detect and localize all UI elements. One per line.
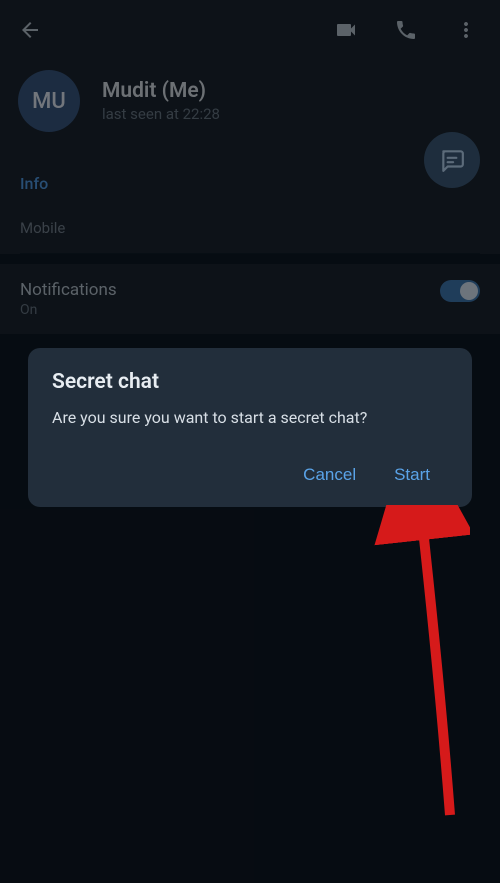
start-button[interactable]: Start — [394, 465, 430, 485]
dialog-message: Are you sure you want to start a secret … — [52, 408, 448, 427]
dialog-title: Secret chat — [52, 370, 448, 394]
secret-chat-dialog: Secret chat Are you sure you want to sta… — [28, 348, 472, 507]
dialog-actions: Cancel Start — [52, 465, 448, 495]
cancel-button[interactable]: Cancel — [303, 465, 356, 485]
